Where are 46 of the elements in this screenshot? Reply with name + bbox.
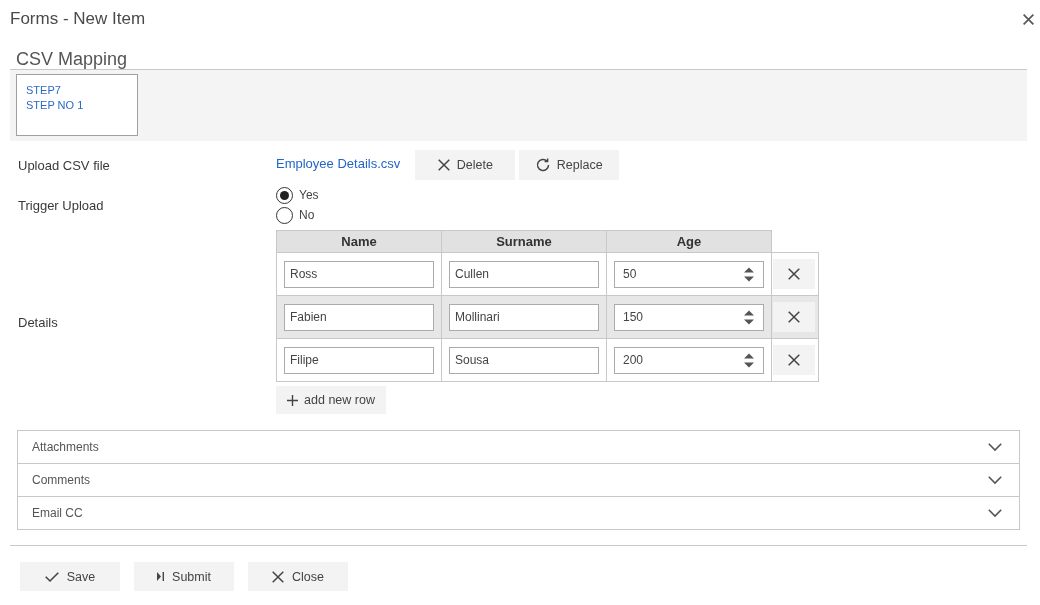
spinner-icon bbox=[744, 309, 754, 325]
radio-button[interactable] bbox=[276, 186, 293, 204]
check-icon bbox=[44, 571, 59, 582]
close-icon bbox=[272, 570, 284, 583]
spinner-icon bbox=[744, 266, 754, 282]
close-icon[interactable] bbox=[1023, 13, 1034, 25]
add-row-button[interactable]: add new row bbox=[276, 386, 386, 414]
column-header: Name bbox=[276, 230, 442, 253]
radio-label: No bbox=[299, 208, 315, 222]
step-title: STEP7 bbox=[26, 83, 61, 98]
submit-button[interactable]: Submit bbox=[134, 562, 234, 591]
refresh-icon bbox=[535, 158, 550, 172]
text-input[interactable]: Cullen bbox=[449, 260, 599, 288]
file-link[interactable]: Employee Details.csv bbox=[276, 156, 401, 171]
step-subtitle: STEP NO 1 bbox=[26, 98, 84, 113]
save-button[interactable]: Save bbox=[20, 562, 120, 591]
plus-icon bbox=[287, 394, 299, 406]
spinner-icon bbox=[744, 352, 754, 368]
text-input[interactable]: Mollinari bbox=[449, 303, 599, 331]
radio-button[interactable] bbox=[276, 206, 293, 224]
number-input[interactable]: 150 bbox=[614, 303, 764, 331]
delete-button[interactable]: Delete bbox=[415, 150, 516, 180]
text-input[interactable]: Filipe bbox=[284, 346, 434, 374]
column-header: Surname bbox=[441, 230, 607, 253]
number-input[interactable]: 200 bbox=[614, 346, 764, 374]
field-label: Upload CSV file bbox=[18, 157, 110, 173]
close-icon bbox=[788, 354, 800, 366]
delete-row-button[interactable] bbox=[773, 259, 815, 289]
field-label: Trigger Upload bbox=[18, 197, 104, 213]
close-icon bbox=[437, 159, 450, 171]
close-icon bbox=[788, 311, 800, 323]
radio-label: Yes bbox=[299, 188, 319, 202]
close-icon bbox=[788, 268, 800, 280]
column-header: Age bbox=[606, 230, 772, 253]
delete-row-button[interactable] bbox=[773, 302, 815, 332]
delete-row-button[interactable] bbox=[773, 345, 815, 375]
text-input[interactable]: Sousa bbox=[449, 346, 599, 374]
skip-forward-icon bbox=[157, 572, 165, 581]
field-label: Details bbox=[18, 314, 58, 330]
number-input[interactable]: 50 bbox=[614, 260, 764, 288]
text-input[interactable]: Fabien bbox=[284, 303, 434, 331]
dialog-title: Forms - New Item bbox=[10, 9, 146, 29]
replace-button[interactable]: Replace bbox=[519, 150, 620, 180]
step-card[interactable]: STEP7 STEP NO 1 bbox=[16, 74, 138, 136]
close-button[interactable]: Close bbox=[248, 562, 348, 591]
text-input[interactable]: Ross bbox=[284, 260, 434, 288]
